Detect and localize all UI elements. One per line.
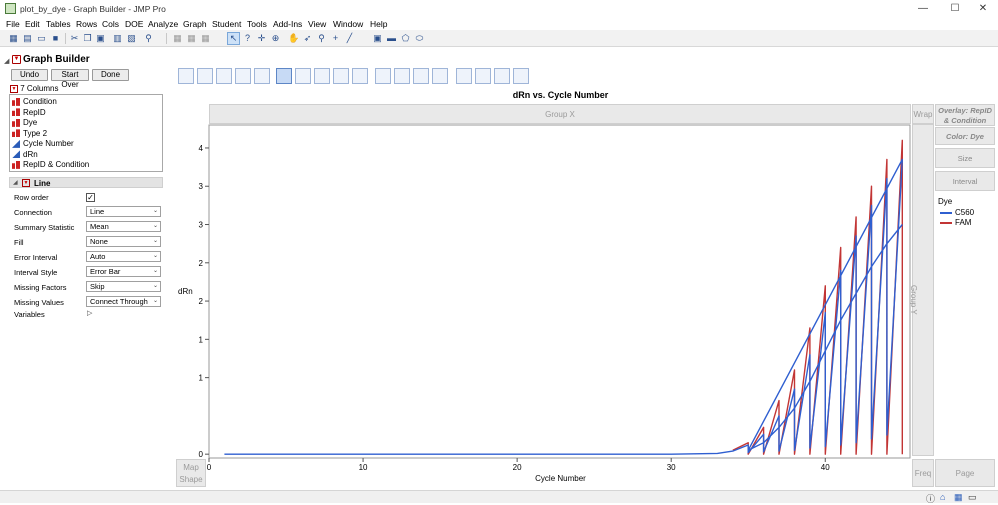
x-tick-label: 10 xyxy=(359,463,368,472)
x-tick-label: 30 xyxy=(667,463,676,472)
x-tick-label: 0 xyxy=(207,463,212,472)
info-icon[interactable]: ⓘ xyxy=(926,492,935,505)
y-tick-label: 2 xyxy=(199,259,204,268)
table-icon[interactable]: ▦ xyxy=(954,492,963,503)
chart-plot-area[interactable]: 0 10 20 30 40 0 1 1 2 2 3 3 4 xyxy=(0,0,998,503)
y-tick-label: 2 xyxy=(199,297,204,306)
x-tick-label: 40 xyxy=(821,463,830,472)
y-tick-label: 1 xyxy=(199,335,204,344)
y-tick-label: 1 xyxy=(199,374,204,383)
y-tick-label: 3 xyxy=(199,221,204,230)
x-tick-label: 20 xyxy=(513,463,522,472)
y-tick-label: 4 xyxy=(199,144,204,153)
y-tick-label: 0 xyxy=(199,450,204,459)
status-bar: ⓘ ⌂ ▦ ▭ xyxy=(0,490,998,505)
y-tick-label: 3 xyxy=(199,182,204,191)
home-icon[interactable]: ⌂ xyxy=(940,492,945,502)
plot-frame xyxy=(208,124,911,459)
window-list-icon[interactable]: ▭ xyxy=(968,492,977,503)
